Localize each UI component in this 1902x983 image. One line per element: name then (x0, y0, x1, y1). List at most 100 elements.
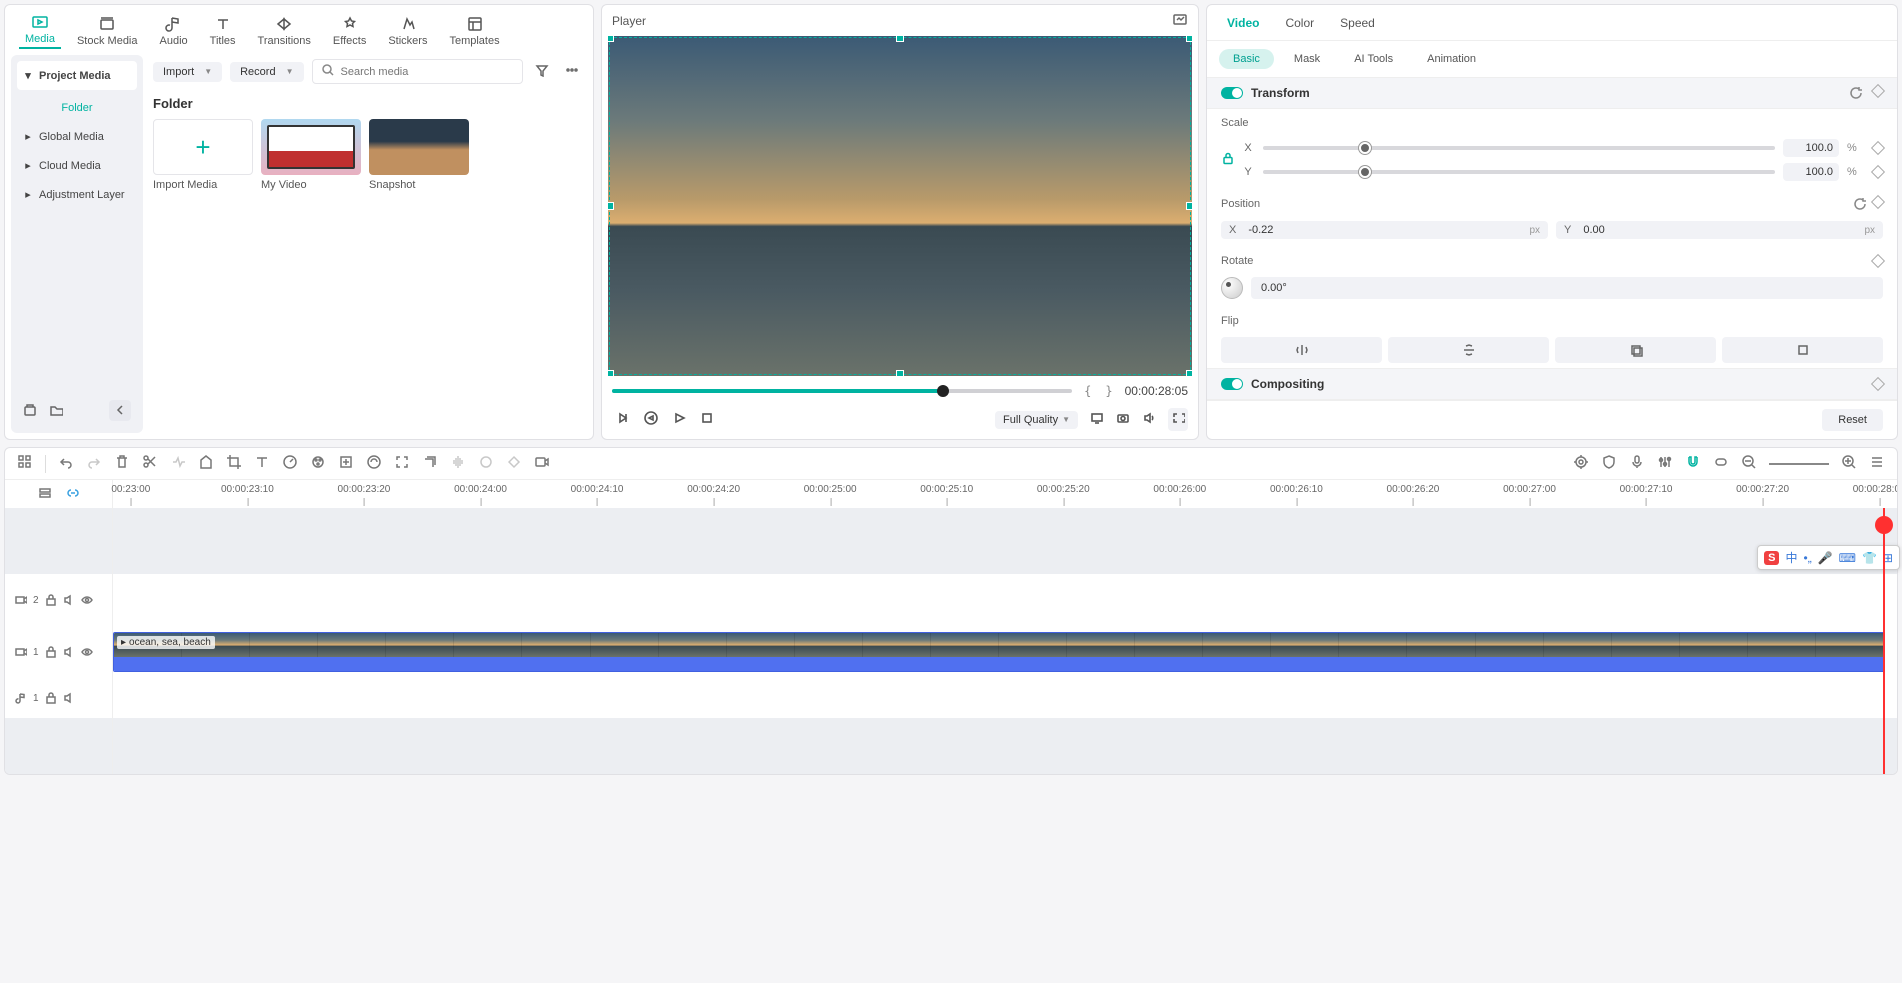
reset-position-icon[interactable] (1853, 197, 1867, 211)
eye-icon[interactable] (81, 646, 93, 658)
tl-view-options-icon[interactable] (1869, 454, 1885, 473)
search-input[interactable] (341, 66, 515, 78)
tab-effects[interactable]: Effects (327, 13, 372, 49)
sidebar-global-media[interactable]: ▸Global Media (17, 122, 137, 151)
stop-icon[interactable] (700, 411, 714, 428)
play-icon[interactable] (672, 411, 686, 428)
tab-templates[interactable]: Templates (443, 13, 505, 49)
ime-lang[interactable]: 中 (1785, 549, 1797, 566)
compositing-section-head[interactable]: Compositing (1207, 368, 1897, 400)
clip-ocean[interactable]: ▸ ocean, sea, beach (113, 632, 1885, 672)
tab-audio[interactable]: Audio (154, 13, 194, 49)
fit-icon[interactable] (394, 454, 410, 473)
transform-toggle[interactable] (1221, 87, 1243, 99)
scale-x-value[interactable]: 100.0 (1783, 139, 1839, 157)
split-icon[interactable] (142, 454, 158, 473)
ime-shirt-icon[interactable]: 👕 (1862, 551, 1877, 565)
scale-x-keyframe-icon[interactable] (1871, 141, 1885, 155)
sidebar-adjustment-layer[interactable]: ▸Adjustment Layer (17, 180, 137, 209)
tl-audio-icon[interactable] (450, 454, 466, 473)
flip-vertical-button[interactable] (1388, 337, 1549, 363)
ime-dot-icon[interactable]: •„ (1804, 551, 1812, 565)
position-keyframe-icon[interactable] (1871, 195, 1885, 209)
tab-transitions[interactable]: Transitions (252, 13, 317, 49)
subtab-animation[interactable]: Animation (1413, 49, 1490, 69)
my-video-thumb[interactable] (261, 119, 361, 175)
tl-keyframe-icon[interactable] (506, 454, 522, 473)
prev-frame-icon[interactable] (616, 411, 630, 428)
text-icon[interactable] (254, 454, 270, 473)
playhead[interactable] (1883, 508, 1885, 774)
audio-track-1-head[interactable]: 1 (5, 678, 112, 718)
speed-ramp-icon[interactable] (366, 454, 382, 473)
video-track-2-lane[interactable] (113, 574, 1897, 626)
redo-icon[interactable] (86, 454, 102, 473)
mark-in-icon[interactable]: { (1082, 384, 1093, 398)
reset-button[interactable]: Reset (1822, 409, 1883, 431)
lock-icon[interactable] (45, 594, 57, 606)
compositing-keyframe-icon[interactable] (1871, 377, 1885, 391)
tl-shield-icon[interactable] (1601, 454, 1617, 473)
new-bin-icon[interactable] (23, 402, 37, 419)
ime-kb-icon[interactable]: ⌨ (1839, 551, 1856, 565)
prop-tab-video[interactable]: Video (1227, 5, 1259, 40)
speed-icon[interactable] (282, 454, 298, 473)
zoom-slider[interactable] (1769, 463, 1829, 465)
filter-icon[interactable] (531, 63, 553, 80)
tl-grid-icon[interactable] (17, 454, 33, 473)
track-1-head[interactable]: 1 (5, 626, 112, 678)
tl-tracks-icon[interactable] (38, 486, 52, 500)
ime-mic-icon[interactable]: 🎤 (1818, 551, 1833, 565)
sidebar-cloud-media[interactable]: ▸Cloud Media (17, 151, 137, 180)
audio-track-1-lane[interactable] (113, 678, 1897, 718)
fullscreen-icon[interactable] (1168, 408, 1188, 431)
keyframe-transform-icon[interactable] (1871, 84, 1885, 98)
crop-icon[interactable] (226, 454, 242, 473)
mark-out-icon[interactable]: } (1103, 384, 1114, 398)
timeline-ruler[interactable]: 00:23:0000:00:23:1000:00:23:2000:00:24:0… (113, 480, 1897, 508)
lock-icon[interactable] (45, 692, 57, 704)
tab-media[interactable]: Media (19, 11, 61, 49)
display-icon[interactable] (1090, 411, 1104, 428)
tl-link-icon[interactable] (1713, 454, 1729, 473)
media-item-myvideo[interactable]: My Video (261, 119, 361, 191)
player-progress[interactable] (612, 389, 1072, 393)
marker-icon[interactable] (198, 454, 214, 473)
flip-horizontal-button[interactable] (1221, 337, 1382, 363)
reset-transform-icon[interactable] (1849, 86, 1863, 100)
tab-stock-media[interactable]: Stock Media (71, 13, 144, 49)
position-x-input[interactable]: X-0.22px (1221, 221, 1548, 239)
scale-y-slider[interactable] (1263, 170, 1775, 174)
delete-icon[interactable] (114, 454, 130, 473)
volume-icon[interactable] (1142, 411, 1156, 428)
play-backward-icon[interactable] (644, 411, 658, 428)
camera-icon[interactable] (1116, 411, 1130, 428)
import-media-thumb[interactable]: + (153, 119, 253, 175)
tab-stickers[interactable]: Stickers (382, 13, 433, 49)
zoom-out-icon[interactable] (1741, 454, 1757, 473)
group-icon[interactable] (422, 454, 438, 473)
import-dropdown[interactable]: Import▼ (153, 62, 222, 82)
eye-icon[interactable] (81, 594, 93, 606)
ime-toolbar[interactable]: S 中 •„ 🎤 ⌨ 👕 ⊞ (1757, 545, 1900, 570)
prop-tab-color[interactable]: Color (1285, 5, 1314, 40)
subtab-mask[interactable]: Mask (1280, 49, 1334, 69)
tl-target-icon[interactable] (1573, 454, 1589, 473)
position-y-input[interactable]: Y0.00px (1556, 221, 1883, 239)
tl-mic-icon[interactable] (1629, 454, 1645, 473)
mute-icon[interactable] (63, 646, 75, 658)
scale-y-value[interactable]: 100.0 (1783, 163, 1839, 181)
snapshot-thumb[interactable] (369, 119, 469, 175)
scale-y-keyframe-icon[interactable] (1871, 165, 1885, 179)
subtab-ai-tools[interactable]: AI Tools (1340, 49, 1407, 69)
mute-icon[interactable] (63, 692, 75, 704)
tl-magnet-icon[interactable] (1685, 454, 1701, 473)
sidebar-project-media[interactable]: ▾Project Media (17, 61, 137, 90)
record-dropdown[interactable]: Record▼ (230, 62, 303, 82)
media-item-snapshot[interactable]: Snapshot (369, 119, 469, 191)
mute-icon[interactable] (63, 594, 75, 606)
rotate-value[interactable]: 0.00° (1251, 277, 1883, 299)
media-item-import[interactable]: + Import Media (153, 119, 253, 191)
color-icon[interactable] (310, 454, 326, 473)
snapshot-icon[interactable] (1172, 11, 1188, 30)
